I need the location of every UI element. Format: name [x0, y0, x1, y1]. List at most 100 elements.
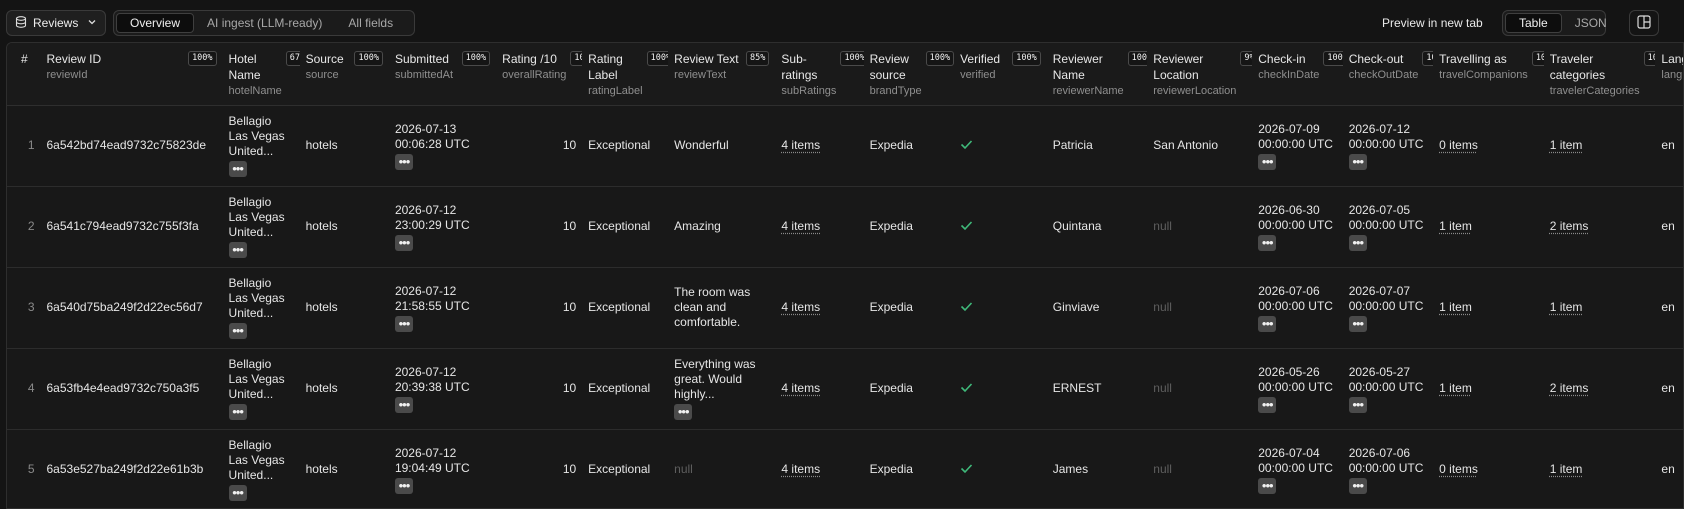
fill-rate-badge: 100% [188, 51, 217, 66]
brand-type-cell: Expedia [863, 348, 955, 430]
tab-all-fields[interactable]: All fields [335, 13, 406, 33]
table-row[interactable]: 3 6a540d75ba249f2d22ec56d7 Bellagio Las Veg… [7, 267, 1683, 349]
ellipsis-icon[interactable]: ••• [1348, 477, 1367, 494]
column-title: Language [1661, 52, 1683, 66]
traveler-categories-link[interactable]: 1 item [1550, 462, 1583, 477]
reviewer-name-cell: ERNEST [1046, 348, 1148, 430]
tab-json[interactable]: JSON [1562, 13, 1620, 33]
ellipsis-icon[interactable]: ••• [394, 477, 413, 494]
ellipsis-icon[interactable]: ••• [228, 242, 247, 258]
column-key: reviewText [674, 69, 727, 81]
ellipsis-icon[interactable]: ••• [228, 161, 247, 177]
column-header-language[interactable]: Languagelanguage10 [1655, 43, 1683, 106]
check-in-date-line: 00:00:00 UTC [1258, 379, 1333, 394]
ellipsis-icon[interactable]: ••• [1348, 396, 1367, 413]
column-header-index[interactable]: # [7, 43, 41, 106]
review-text-cell: The room was clean and comfortable. [668, 267, 776, 349]
sub-ratings-link[interactable]: 4 items [781, 138, 820, 153]
header-text: # [21, 51, 28, 67]
column-header-hotelName[interactable]: Hotel Name hotelName 67% [222, 43, 300, 106]
tab-overview[interactable]: Overview [116, 13, 195, 33]
traveler-categories-link[interactable]: 2 items [1550, 219, 1589, 234]
overall-rating-cell: 10 [496, 267, 583, 349]
hotel-name-line: United... [228, 225, 274, 239]
table-row[interactable]: 5 6a53e527ba249f2d22e61b3b Bellagio Las Veg… [7, 429, 1683, 508]
column-header-reviewerName[interactable]: Reviewer Name reviewerName 100% [1046, 43, 1148, 106]
ellipsis-icon[interactable]: ••• [1258, 477, 1277, 494]
reviewer-name: Quintana [1052, 219, 1102, 233]
review-text-line: The room was [674, 285, 751, 299]
ellipsis-icon[interactable]: ••• [1258, 234, 1277, 251]
hotel-name-line: United... [228, 468, 274, 482]
tab-ai-ingest[interactable]: AI ingest (LLM-ready) [194, 13, 335, 33]
ellipsis-icon[interactable]: ••• [1348, 153, 1367, 170]
column-header-travelCompanions[interactable]: Travelling as travelCompanions100% [1433, 43, 1544, 106]
preview-new-tab-link[interactable]: Preview in new tab [1382, 16, 1483, 30]
source: hotels [305, 381, 338, 395]
traveler-categories: 1 item [1550, 268, 1650, 348]
travel-companions-link[interactable]: 1 item [1439, 381, 1472, 396]
review-text-line: Everything was [674, 357, 756, 371]
ellipsis-icon[interactable]: ••• [394, 396, 413, 413]
column-header-reviewText[interactable]: Review Text reviewText 85% [668, 43, 776, 106]
traveler-categories-link[interactable]: 1 item [1550, 138, 1583, 153]
ellipsis-icon[interactable]: ••• [1258, 153, 1277, 170]
travel-companions-link[interactable]: 0 items [1439, 138, 1478, 153]
travel-companions-link[interactable]: 0 items [1439, 462, 1478, 477]
header-content: Verified verified 100% [960, 51, 1041, 83]
ellipsis-icon[interactable]: ••• [674, 404, 693, 420]
review-id: 6a53e527ba249f2d22e61b3b [46, 462, 204, 476]
table-row[interactable]: 2 6a541c794ead9732c755f3fa Bellagio Las Veg… [7, 186, 1683, 268]
dataset-selector[interactable]: Reviews [6, 10, 106, 36]
travel-companions-link[interactable]: 1 item [1439, 219, 1472, 234]
sub-ratings-cell: 4 items [775, 186, 864, 268]
column-header-subRatings[interactable]: Sub-ratings subRatings 100% [775, 43, 864, 106]
table-row[interactable]: 1 6a542bd74ead9732c75823de Bellagio Las Veg… [7, 105, 1683, 187]
ellipsis-icon[interactable]: ••• [228, 404, 247, 420]
column-title: # [21, 52, 28, 66]
sub-ratings-link[interactable]: 4 items [781, 462, 820, 477]
tab-table[interactable]: Table [1505, 13, 1562, 33]
column-header-checkOutDate[interactable]: Check-out checkOutDate100% [1342, 43, 1434, 106]
column-title: Verified [960, 52, 1001, 66]
header-text: Verified verified [960, 51, 1000, 83]
ellipsis-icon[interactable]: ••• [1348, 315, 1367, 332]
column-header-verified[interactable]: Verified verified 100% [954, 43, 1047, 106]
ellipsis-icon[interactable]: ••• [228, 485, 247, 501]
column-header-travelerCategories[interactable]: Traveler categories travelerCategories 100… [1543, 43, 1656, 106]
column-title: Rating Label [588, 52, 623, 82]
column-header-brandType[interactable]: Review source brandType 100% [863, 43, 955, 106]
ellipsis-icon[interactable]: ••• [1348, 234, 1367, 251]
traveler-categories: 2 items [1550, 349, 1650, 429]
ellipsis-icon[interactable]: ••• [228, 323, 247, 339]
table-row[interactable]: 4 6a53fb4e4ead9732c750a3f5 Bellagio Las Veg… [7, 348, 1683, 430]
column-header-overallRating[interactable]: Rating /10 overallRating100% [496, 43, 583, 106]
column-header-submittedAt[interactable]: Submitted submittedAt 100% [388, 43, 497, 106]
header-text: Review Text reviewText [674, 51, 738, 83]
hotel-name: Bellagio Las Vegas United... ••• [228, 187, 294, 267]
review-id-cell: 6a53fb4e4ead9732c750a3f5 [40, 348, 223, 430]
header-text: Review ID reviewId [47, 51, 102, 83]
traveler-categories-link[interactable]: 2 items [1550, 381, 1589, 396]
review-text-line: Amazing [674, 219, 721, 233]
column-header-reviewId[interactable]: Review ID reviewId 100% [40, 43, 223, 106]
ellipsis-icon[interactable]: ••• [394, 234, 413, 251]
travel-companions-link[interactable]: 1 item [1439, 300, 1472, 315]
sub-ratings-link[interactable]: 4 items [781, 219, 820, 234]
reviewer-name: Patricia [1052, 138, 1093, 152]
column-header-source[interactable]: Source source 100% [299, 43, 389, 106]
ellipsis-icon[interactable]: ••• [394, 315, 413, 332]
layout-toggle-button[interactable] [1629, 10, 1659, 36]
review-id-cell: 6a53e527ba249f2d22e61b3b [41, 429, 223, 508]
traveler-categories-link[interactable]: 1 item [1550, 300, 1583, 315]
sub-ratings-link[interactable]: 4 items [781, 300, 820, 315]
submitted-at-line: 2026-07-12 [394, 445, 457, 460]
ellipsis-icon[interactable]: ••• [1258, 396, 1277, 413]
sub-ratings-link[interactable]: 4 items [781, 381, 820, 396]
ellipsis-icon[interactable]: ••• [1258, 315, 1277, 332]
ellipsis-icon[interactable]: ••• [394, 153, 413, 170]
review-text-line: Wonderful [674, 138, 729, 152]
column-header-reviewerLocation[interactable]: Reviewer Location reviewerLocation 9% [1147, 43, 1253, 106]
column-header-ratingLabel[interactable]: Rating Label ratingLabel 100% [582, 43, 669, 106]
column-header-checkInDate[interactable]: Check-in checkInDate100% [1252, 43, 1343, 106]
